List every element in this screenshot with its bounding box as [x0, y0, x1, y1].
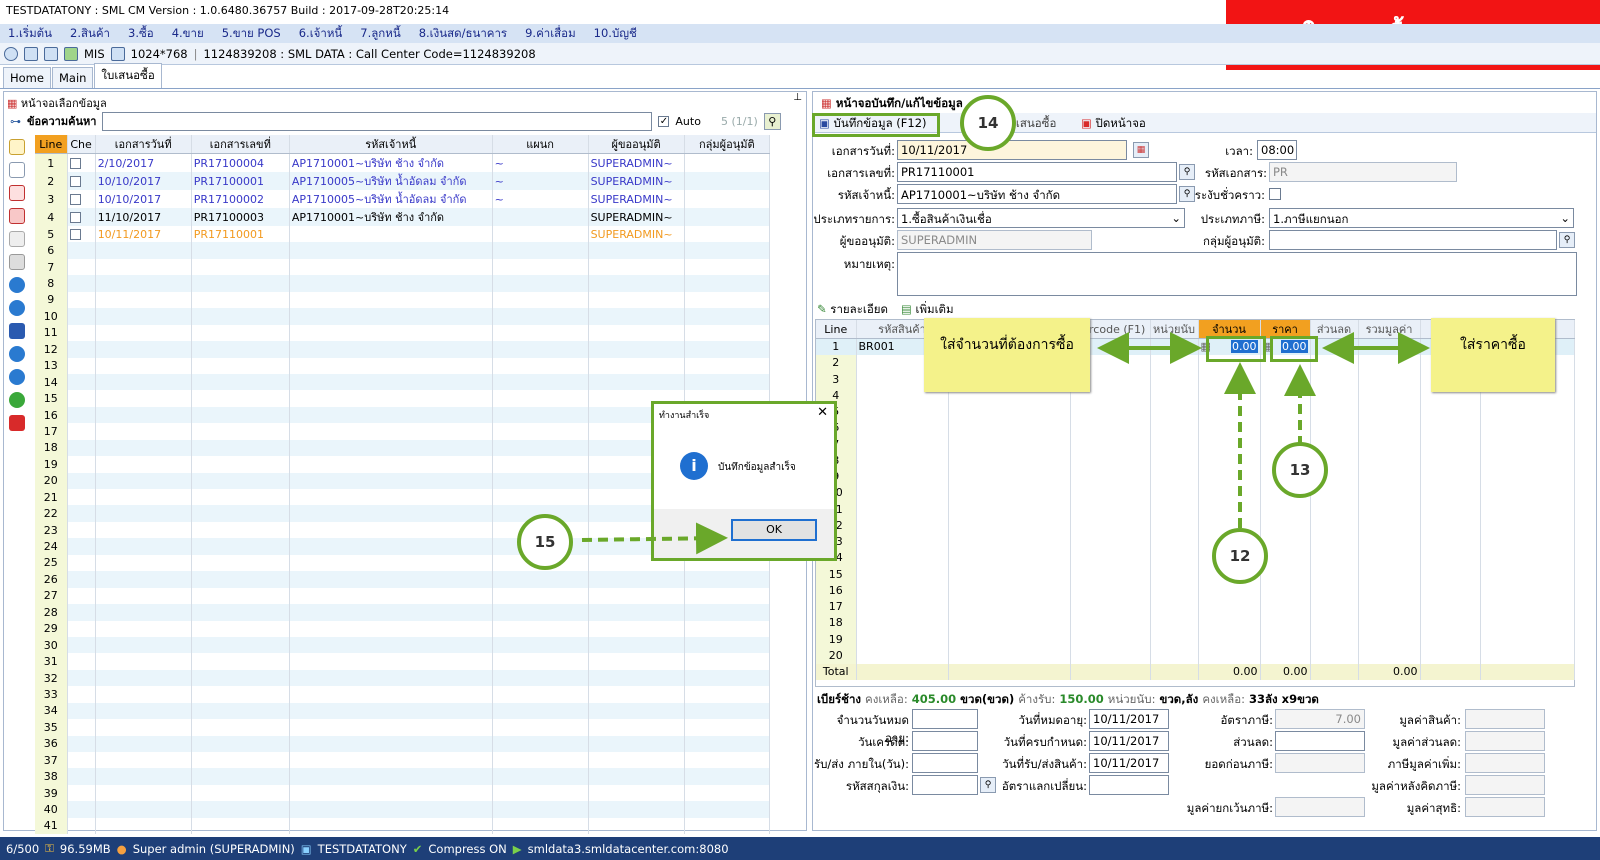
- annotation-arrows: [581, 332, 1430, 555]
- server-address: smldata3.smldatacenter.com:8080: [527, 841, 729, 856]
- note-enter-price: ใส่ราคาซื้อ: [1431, 318, 1555, 392]
- compress-status: Compress ON: [428, 841, 507, 856]
- sessions-count: 6/500: [6, 841, 40, 856]
- key-icon: ⚿: [45, 841, 54, 855]
- database-icon: ▣: [300, 841, 312, 856]
- arrow-15: [581, 522, 728, 555]
- note-enter-quantity: ใส่จำนวนที่ต้องการซื้อ: [924, 318, 1090, 392]
- step-14-badge: 14: [960, 95, 1016, 151]
- status-bar: 6/500 ⚿ 96.59MB ● Super admin (SUPERADMI…: [0, 837, 1600, 860]
- save-button-highlight: [812, 113, 940, 137]
- play-icon: ▶: [512, 841, 522, 856]
- step-12-badge: 12: [1212, 528, 1268, 584]
- user-icon: ●: [116, 841, 127, 856]
- price-field-highlight: [1270, 336, 1318, 362]
- step-15-badge: 15: [517, 514, 573, 570]
- step-13-badge: 13: [1272, 442, 1328, 498]
- current-db: TESTDATATONY: [317, 841, 407, 856]
- qty-field-highlight: [1206, 336, 1266, 362]
- check-icon: ✔: [412, 841, 423, 856]
- memory-usage: 96.59MB: [59, 841, 111, 856]
- current-user: Super admin (SUPERADMIN): [132, 841, 295, 856]
